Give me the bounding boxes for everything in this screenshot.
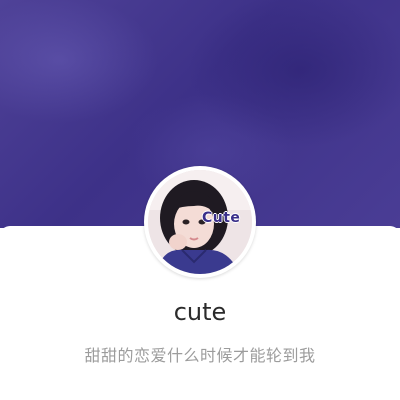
avatar[interactable]: Cute — [144, 166, 256, 278]
avatar-tag-text: Cute — [202, 210, 241, 226]
profile-bio: 甜甜的恋爱什么时候才能轮到我 — [84, 346, 316, 365]
profile-name: cute — [173, 298, 227, 326]
